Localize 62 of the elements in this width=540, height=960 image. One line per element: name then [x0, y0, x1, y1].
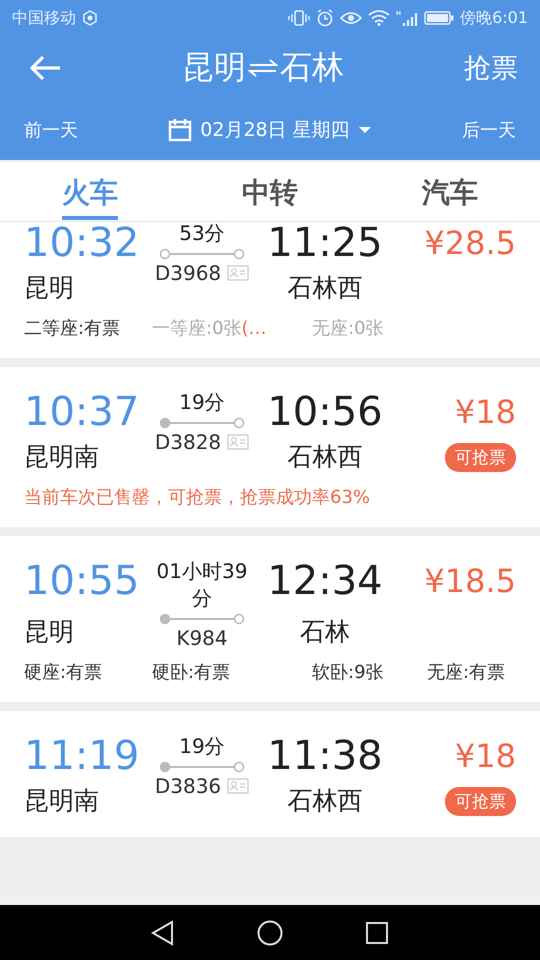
trip-duration: 01小时39分: [156, 558, 248, 612]
ticket-price: ¥18.5: [423, 561, 516, 602]
trip-duration: 53分: [178, 222, 226, 247]
arrival-time: 11:25: [266, 222, 384, 266]
hexagon-icon: [82, 10, 98, 26]
trip-duration: 19分: [178, 389, 226, 416]
route-from: 昆明: [182, 47, 246, 88]
seat-availability: 无座:0张: [312, 317, 385, 340]
clock-time: 傍晚6:01: [460, 8, 528, 28]
arrival-time: 10:56: [266, 389, 384, 435]
trip-duration: 19分: [178, 733, 226, 760]
departure-station: 昆明: [24, 616, 75, 648]
grab-ticket-button[interactable]: 抢票: [464, 50, 518, 86]
wifi-icon: [368, 10, 390, 26]
departure-station: 昆明: [24, 272, 75, 304]
seat-availability: 硬卧:有票: [152, 661, 232, 684]
previous-day-link[interactable]: 前一天: [24, 118, 78, 142]
transport-tab[interactable]: 汽车: [360, 162, 540, 221]
arrival-station: 石林西: [286, 441, 364, 473]
arrival-time: 12:34: [266, 558, 384, 606]
seat-availability: 一等座:0张(…: [152, 317, 268, 340]
eye-icon: [340, 10, 362, 26]
train-number: D3828: [154, 430, 222, 454]
carrier-name: 中国移动: [12, 8, 76, 28]
departure-time: 10:32: [24, 222, 140, 266]
seat-availability: 二等座:有票: [24, 317, 122, 340]
train-number: D3968: [154, 261, 222, 285]
departure-time: 11:19: [24, 733, 140, 779]
ticket-price: ¥18: [454, 736, 516, 777]
next-day-link[interactable]: 后一天: [462, 118, 516, 142]
seat-availability: 硬座:有票: [24, 661, 104, 684]
back-arrow-icon[interactable]: [28, 54, 62, 82]
arrival-station: 石林西: [286, 272, 364, 304]
recent-apps-icon[interactable]: [365, 920, 389, 944]
alarm-icon: [316, 9, 334, 27]
transport-tab[interactable]: 中转: [180, 162, 360, 221]
vibrate-icon: [288, 9, 310, 27]
sold-out-notice: 当前车次已售罄，可抢票，抢票成功率63%: [24, 486, 372, 509]
signal-icon: [396, 9, 418, 27]
ticket-price: ¥18: [454, 392, 516, 433]
arrival-station: 石林西: [286, 785, 364, 817]
train-number: D3836: [154, 774, 222, 798]
home-icon[interactable]: [257, 920, 283, 946]
train-number: K984: [176, 626, 228, 650]
swap-arrows-icon[interactable]: [248, 59, 278, 77]
departure-station: 昆明南: [24, 441, 100, 473]
departure-station: 昆明南: [24, 785, 100, 817]
departure-time: 10:37: [24, 389, 140, 435]
calendar-icon: [168, 118, 192, 142]
departure-time: 10:55: [24, 558, 140, 606]
seat-availability: 无座:有票: [427, 661, 506, 684]
ticket-price: ¥28.5: [423, 223, 516, 264]
seat-availability: 软卧:9张: [312, 661, 385, 684]
grab-ticket-badge[interactable]: 可抢票: [445, 786, 516, 816]
arrival-station: 石林: [299, 616, 351, 648]
caret-icon: [358, 126, 372, 134]
arrival-time: 11:38: [266, 733, 384, 779]
grab-ticket-badge[interactable]: 可抢票: [445, 442, 516, 472]
battery-icon: [424, 10, 454, 26]
route-to: 石林: [280, 47, 344, 88]
back-icon[interactable]: [151, 920, 175, 946]
date-picker[interactable]: 02月28日 星期四: [168, 117, 372, 143]
